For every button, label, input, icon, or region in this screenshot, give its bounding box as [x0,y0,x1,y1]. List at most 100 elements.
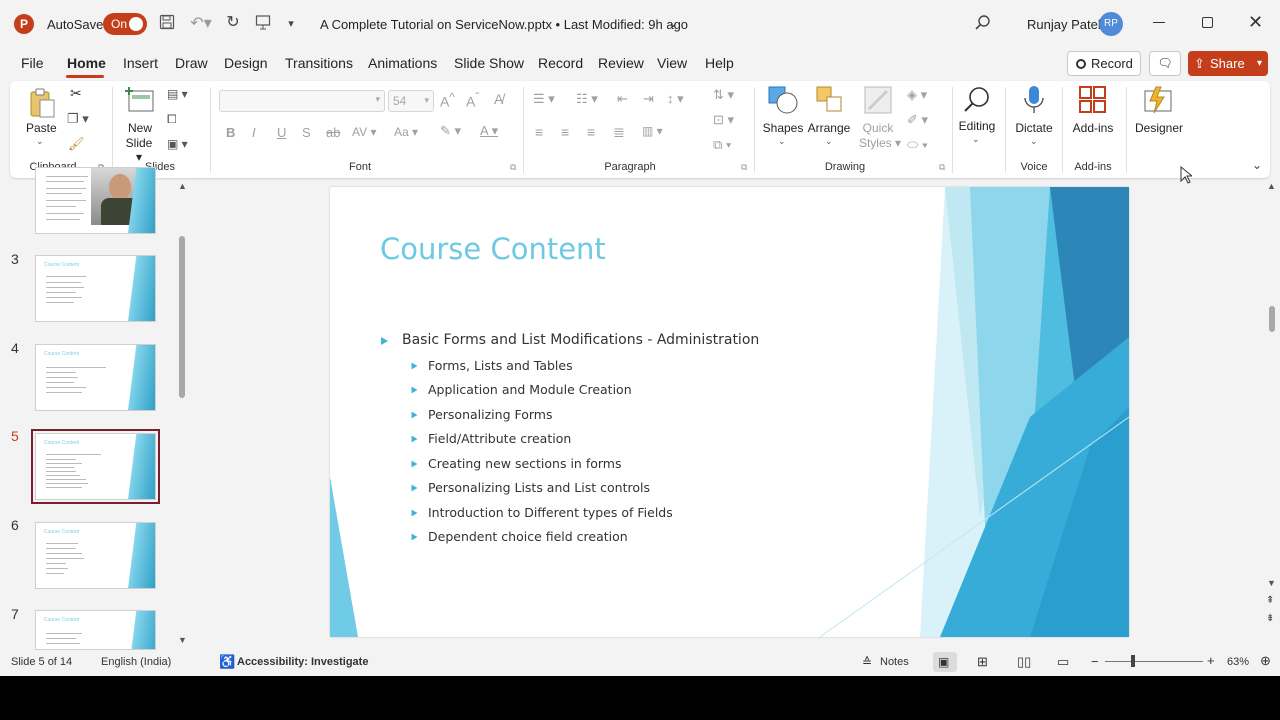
slide-counter[interactable]: Slide 5 of 14 [11,656,72,668]
decrease-font-icon[interactable]: Aˇ [466,91,479,110]
fit-to-window-icon[interactable]: ⊕ [1260,653,1271,669]
slide-thumbnail-7[interactable]: Course Content [35,610,156,650]
accessibility-status[interactable]: Accessibility: Investigate [237,656,368,668]
slide-thumbnail-3[interactable]: Course Content [35,255,156,322]
close-icon[interactable]: ✕ [1248,12,1263,33]
change-case-icon[interactable]: Aa ▾ [394,125,418,139]
scroll-up-icon[interactable]: ▲ [1267,181,1276,191]
next-slide-icon[interactable]: ⇟ [1266,613,1274,624]
copy-icon[interactable]: ❐ ▾ [67,111,89,127]
slide-body[interactable]: Basic Forms and List Modifications - Adm… [330,187,1030,637]
thumbnail-scrollbar[interactable]: ▲ ▼ [176,180,190,650]
section-icon[interactable]: ▣ ▾ [167,137,188,151]
align-left-icon[interactable]: ≡ [535,124,543,140]
new-slide-icon[interactable] [123,86,155,117]
tab-transitions[interactable]: Transitions [285,55,353,75]
scrollbar-thumb[interactable] [179,236,185,398]
shape-effects-icon[interactable]: ⬭ ▾ [907,137,928,153]
zoom-level[interactable]: 63% [1227,656,1249,668]
text-shadow-icon[interactable]: S [302,125,311,140]
chevron-down-icon[interactable]: ⌄ [36,136,44,147]
slide-thumbnail-5[interactable]: Course Content [31,429,160,504]
avatar[interactable]: RP [1099,12,1123,36]
add-ins-icon[interactable] [1078,85,1108,118]
paste-icon[interactable] [27,86,57,120]
tab-animations[interactable]: Animations [368,55,437,75]
tab-home[interactable]: Home [67,55,106,75]
designer-icon[interactable] [1142,85,1174,118]
bold-icon[interactable]: B [226,125,235,140]
font-color-icon[interactable]: A ▾ [480,123,498,139]
underline-icon[interactable]: U [277,125,286,140]
align-right-icon[interactable]: ≡ [587,124,595,140]
editing-label[interactable]: Editing [954,119,1000,133]
smartart-icon[interactable]: ⧉ ▾ [713,137,731,153]
shape-fill-icon[interactable]: ◈ ▾ [907,87,927,103]
increase-indent-icon[interactable]: ⇥ [643,91,654,107]
present-from-beginning-icon[interactable] [253,14,273,36]
align-text-icon[interactable]: ⊡ ▾ [713,112,734,128]
normal-view-button[interactable]: ▣ [933,652,957,672]
new-slide-label-2[interactable]: Slide ▾ [121,136,157,164]
dialog-launcher-icon[interactable]: ⧉ [939,162,945,173]
tab-draw[interactable]: Draw [175,55,208,75]
clear-formatting-icon[interactable]: A̸ [494,91,503,107]
find-icon[interactable] [962,85,992,118]
user-name[interactable]: Runjay Patel [1027,17,1101,32]
slide-thumbnail-6[interactable]: Course Content [35,522,156,589]
chevron-down-icon[interactable]: ⌄ [972,134,980,145]
reset-icon[interactable]: ⧠ [167,112,177,127]
slide-thumbnail-4[interactable]: Course Content [35,344,156,411]
scroll-down-icon[interactable]: ▼ [1267,578,1276,588]
slide-canvas[interactable]: Course Content Basic Forms and List Modi… [330,187,1129,637]
format-painter-icon[interactable]: 🖌 [68,136,85,152]
chevron-down-icon[interactable]: ⌄ [1030,136,1038,147]
font-family-combo[interactable]: ▾ [219,90,385,112]
quick-styles-label[interactable]: Quick [860,121,896,135]
layout-icon[interactable]: ▤ ▾ [167,87,188,101]
tab-review[interactable]: Review [598,55,644,75]
align-center-icon[interactable]: ≡ [561,124,569,140]
paste-label[interactable]: Paste [26,121,57,135]
tab-record[interactable]: Record [538,55,583,75]
tab-design[interactable]: Design [224,55,268,75]
shapes-label[interactable]: Shapes [762,121,804,135]
justify-icon[interactable]: ≣ [613,124,625,141]
microphone-icon[interactable] [1023,84,1045,119]
record-button[interactable]: Record [1067,51,1141,76]
scroll-up-icon[interactable]: ▲ [178,181,187,191]
previous-slide-icon[interactable]: ⇞ [1266,595,1274,606]
shapes-icon[interactable] [767,85,799,118]
chevron-down-icon[interactable]: ⌄ [778,136,786,147]
tab-help[interactable]: Help [705,55,734,75]
font-size-combo[interactable]: 54 ▾ [388,90,434,112]
arrange-icon[interactable] [815,85,845,118]
slide-sorter-icon[interactable]: ⊞ [977,654,988,670]
language-indicator[interactable]: English (India) [101,656,171,668]
quick-styles-icon[interactable] [863,85,893,118]
notes-button[interactable]: Notes [880,656,909,668]
bullets-icon[interactable]: ☰ ▾ [533,91,555,107]
minimize-icon[interactable] [1153,22,1165,23]
reading-view-icon[interactable]: ▯▯ [1017,654,1031,670]
zoom-slider-thumb[interactable] [1131,655,1135,667]
numbering-icon[interactable]: ☷ ▾ [576,91,598,107]
strikethrough-icon[interactable]: ab [326,125,340,140]
line-spacing-icon[interactable]: ↕ ▾ [667,91,684,107]
tab-view[interactable]: View [657,55,687,75]
columns-icon[interactable]: ▥ ▾ [642,124,663,138]
dialog-launcher-icon[interactable]: ⧉ [741,162,747,173]
italic-icon[interactable]: I [252,125,256,140]
share-button[interactable]: ⇪ Share ▾ [1188,51,1268,76]
highlight-icon[interactable]: ✎ ▾ [440,123,461,139]
increase-font-icon[interactable]: A^ [440,91,455,110]
zoom-out-icon[interactable]: − [1091,654,1099,669]
text-direction-icon[interactable]: ⇅ ▾ [713,87,734,103]
tab-insert[interactable]: Insert [123,55,158,75]
quick-styles-label-2[interactable]: Styles ▾ [856,136,904,150]
decrease-indent-icon[interactable]: ⇤ [617,91,628,107]
new-slide-label[interactable]: New [125,121,155,135]
slide-thumbnail-2[interactable] [35,167,156,234]
comments-button[interactable]: 🗨 [1149,51,1181,76]
zoom-in-icon[interactable]: + [1207,653,1215,668]
